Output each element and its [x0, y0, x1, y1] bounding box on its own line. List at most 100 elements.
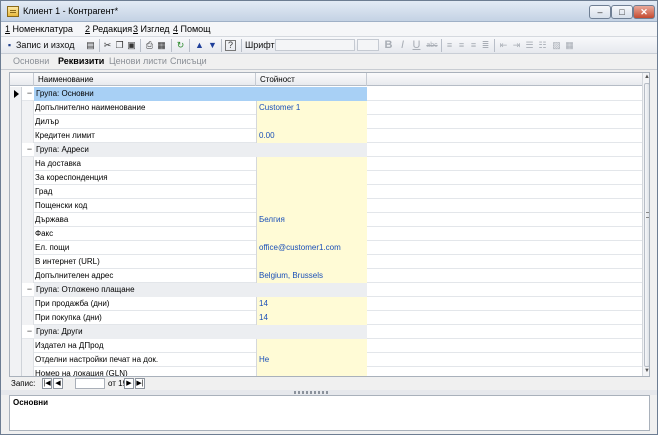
align-right-icon[interactable]: ≡ — [468, 40, 479, 51]
tab-lists[interactable]: Списъци — [170, 56, 207, 68]
row-indicator[interactable] — [10, 157, 22, 171]
property-value-field[interactable]: office@customer1.com — [256, 241, 367, 255]
property-row[interactable]: Издател на ДПрод — [10, 339, 642, 353]
minimize-button[interactable]: – — [589, 5, 611, 19]
collapse-toggle-icon[interactable]: − — [25, 285, 34, 294]
property-row[interactable]: Факс — [10, 227, 642, 241]
row-indicator[interactable] — [10, 199, 22, 213]
property-value-field[interactable]: 14 — [256, 297, 367, 311]
print-preview-icon[interactable]: ▦ — [156, 40, 167, 51]
font-family-select[interactable] — [275, 39, 355, 51]
row-indicator[interactable] — [10, 311, 22, 325]
row-indicator[interactable] — [10, 129, 22, 143]
property-value-field[interactable] — [256, 157, 367, 171]
group-row[interactable]: − Група: Отложено плащане — [10, 283, 642, 297]
paste-icon[interactable]: ▣ — [126, 40, 137, 51]
font-size-select[interactable] — [357, 39, 379, 51]
property-value-field[interactable]: Belgium, Brussels — [256, 269, 367, 283]
row-indicator[interactable] — [10, 283, 22, 297]
collapse-toggle-icon[interactable]: − — [25, 89, 34, 98]
property-row[interactable]: За кореспонденция — [10, 171, 642, 185]
row-indicator[interactable] — [10, 353, 22, 367]
property-value-field[interactable] — [256, 115, 367, 129]
menu-item-nomenclature[interactable]: 1 Номенклатура — [5, 24, 73, 34]
row-indicator[interactable] — [10, 143, 22, 157]
bold-button[interactable]: B — [383, 40, 394, 51]
property-value-field[interactable]: Customer 1 — [256, 101, 367, 115]
arrow-up-icon[interactable]: ▲ — [194, 40, 205, 51]
column-header-name[interactable]: Наименование — [34, 73, 256, 86]
row-indicator[interactable] — [10, 241, 22, 255]
next-record-button[interactable]: ▶ — [124, 378, 134, 389]
property-value-field[interactable] — [256, 199, 367, 213]
numbered-list-icon[interactable]: ☷ — [537, 40, 548, 51]
scroll-down-arrow-icon[interactable]: ▼ — [643, 367, 649, 376]
property-row[interactable]: При покупка (дни) 14 — [10, 311, 642, 325]
strikethrough-button[interactable]: abc — [425, 40, 439, 51]
record-number-input[interactable] — [75, 378, 105, 389]
column-header-value[interactable]: Стойност — [256, 73, 367, 86]
tab-details[interactable]: Реквизити — [58, 56, 104, 68]
row-indicator[interactable] — [10, 255, 22, 269]
row-indicator[interactable] — [10, 227, 22, 241]
row-indicator[interactable] — [10, 339, 22, 353]
table-icon[interactable]: ▦ — [564, 40, 575, 51]
property-value-field[interactable] — [256, 171, 367, 185]
row-indicator[interactable] — [10, 269, 22, 283]
row-indicator[interactable] — [10, 297, 22, 311]
title-bar[interactable]: Клиент 1 - Контрагент* – □ ✕ — [1, 1, 657, 22]
first-record-button[interactable]: |◀ — [42, 378, 52, 389]
indent-decrease-icon[interactable]: ⇤ — [498, 40, 509, 51]
property-row[interactable]: Отделни настройки печат на док. Не — [10, 353, 642, 367]
menu-item-help[interactable]: 4 Помощ — [173, 24, 211, 34]
print-icon[interactable]: ⎙ — [144, 40, 155, 51]
property-value-field[interactable] — [256, 185, 367, 199]
collapse-toggle-icon[interactable]: − — [25, 145, 34, 154]
row-indicator[interactable] — [10, 325, 22, 339]
justify-icon[interactable]: ≣ — [480, 40, 491, 51]
property-row[interactable]: Допълнително наименование Customer 1 — [10, 101, 642, 115]
property-row[interactable]: Дилър — [10, 115, 642, 129]
picture-icon[interactable]: ▨ — [551, 40, 562, 51]
property-row[interactable]: Номер на локация (GLN) — [10, 367, 642, 376]
tab-price-lists[interactable]: Ценови листи — [109, 56, 167, 68]
underline-button[interactable]: U — [411, 40, 422, 51]
maximize-button[interactable]: □ — [611, 5, 633, 19]
collapse-toggle-icon[interactable]: − — [25, 327, 34, 336]
scroll-up-arrow-icon[interactable]: ▲ — [643, 73, 649, 82]
align-left-icon[interactable]: ≡ — [444, 40, 455, 51]
italic-button[interactable]: I — [397, 40, 408, 51]
property-row[interactable]: В интернет (URL) — [10, 255, 642, 269]
property-value-field[interactable]: Белгия — [256, 213, 367, 227]
align-center-icon[interactable]: ≡ — [456, 40, 467, 51]
property-row[interactable]: Кредитен лимит 0.00 — [10, 129, 642, 143]
group-row[interactable]: − Група: Основни — [10, 87, 642, 101]
property-row[interactable]: Пощенски код — [10, 199, 642, 213]
bullet-list-icon[interactable]: ☰ — [524, 40, 535, 51]
row-indicator[interactable] — [10, 185, 22, 199]
scroll-thumb[interactable] — [644, 83, 649, 367]
menu-item-view[interactable]: 3 Изглед — [133, 24, 170, 34]
property-value-field[interactable] — [256, 339, 367, 353]
copy-icon[interactable]: ❐ — [114, 40, 125, 51]
previous-record-button[interactable]: ◀ — [53, 378, 63, 389]
refresh-icon[interactable]: ↻ — [175, 40, 186, 51]
row-indicator[interactable] — [10, 367, 22, 376]
row-indicator[interactable] — [10, 101, 22, 115]
close-button[interactable]: ✕ — [633, 5, 655, 19]
menu-item-edit[interactable]: 2 Редакция — [85, 24, 132, 34]
current-row-indicator-icon[interactable] — [10, 87, 22, 101]
property-row[interactable]: Допълнителен адрес Belgium, Brussels — [10, 269, 642, 283]
property-value-field[interactable] — [256, 255, 367, 269]
group-row[interactable]: − Група: Други — [10, 325, 642, 339]
property-value-field[interactable]: 0.00 — [256, 129, 367, 143]
property-value-field[interactable]: 14 — [256, 311, 367, 325]
row-indicator[interactable] — [10, 115, 22, 129]
help-icon[interactable]: ? — [225, 40, 236, 51]
indent-increase-icon[interactable]: ⇥ — [511, 40, 522, 51]
cut-icon[interactable]: ✂ — [102, 40, 113, 51]
property-row[interactable]: На доставка — [10, 157, 642, 171]
property-row[interactable]: Държава Белгия — [10, 213, 642, 227]
last-record-button[interactable]: ▶| — [135, 378, 145, 389]
vertical-scrollbar[interactable]: ▲ ▼ — [642, 73, 649, 376]
